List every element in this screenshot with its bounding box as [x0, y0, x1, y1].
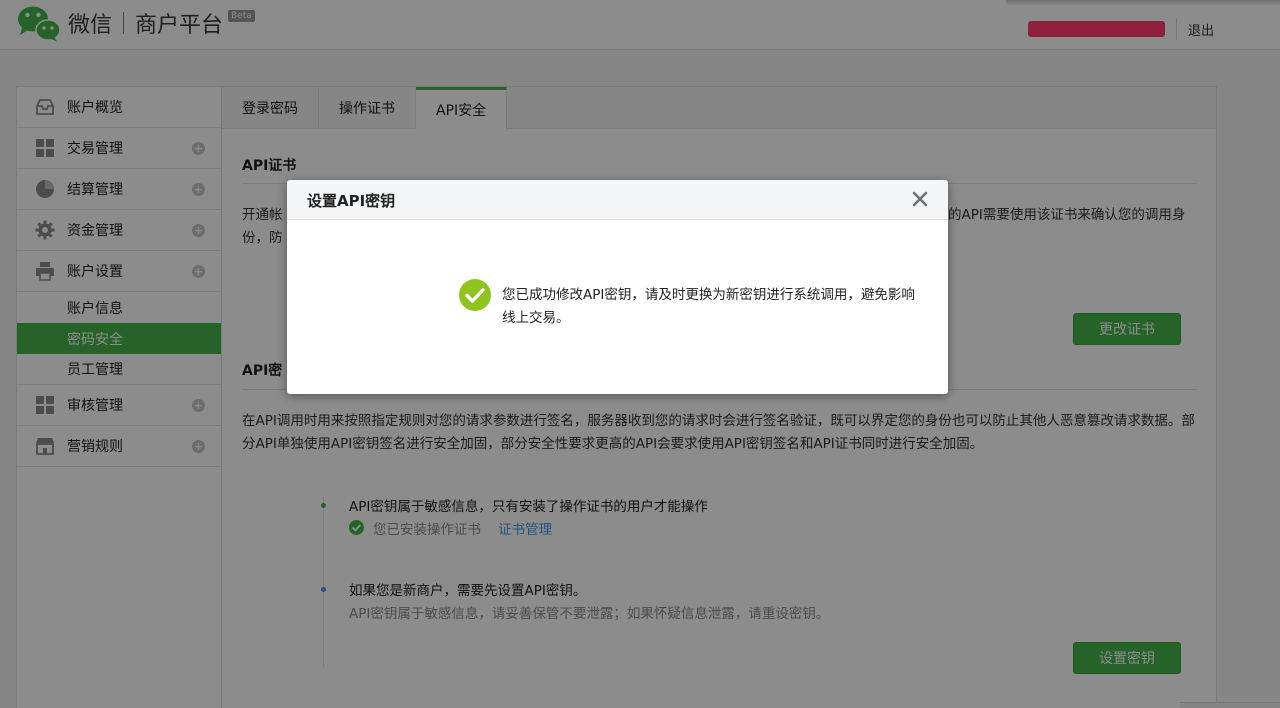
success-check-icon [459, 279, 491, 311]
set-api-key-dialog: 设置API密钥 您已成功修改API密钥，请及时更换为新密钥进行系统调用，避免影响… [287, 180, 948, 394]
dialog-message: 您已成功修改API密钥，请及时更换为新密钥进行系统调用，避免影响线上交易。 [502, 287, 915, 326]
close-icon[interactable] [912, 191, 928, 207]
dialog-header: 设置API密钥 [287, 180, 948, 220]
dialog-title: 设置API密钥 [307, 192, 396, 210]
